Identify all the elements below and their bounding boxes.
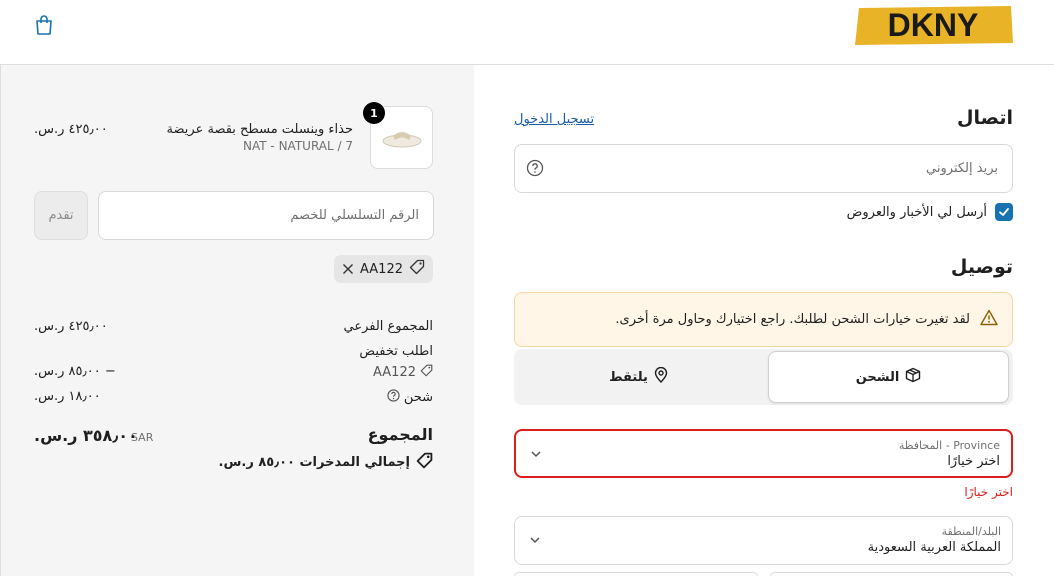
- country-select[interactable]: البلد/المنطقة المملكة العربية السعودية: [514, 516, 1013, 565]
- discount-code-row: AA122: [373, 364, 433, 381]
- tag-icon: [409, 259, 425, 279]
- shipping-help-icon[interactable]: [387, 389, 400, 406]
- applied-code: AA122: [360, 261, 403, 277]
- shipping-row: شحن: [387, 389, 433, 406]
- country-label: البلد/المنطقة: [941, 525, 1001, 538]
- package-icon: [905, 367, 921, 387]
- warning-text: لقد تغيرت خيارات الشحن لطلبك. راجع اختيا…: [615, 312, 970, 327]
- newsletter-checkbox[interactable]: [995, 203, 1013, 221]
- subtotal-label: المجموع الفرعي: [343, 319, 433, 334]
- subtotal-value: ٤٢٥٫٠٠ ر.س.: [34, 319, 108, 334]
- site-header: DKNY: [0, 0, 1054, 65]
- total-savings: إجمالي المدخرات ٨٥٫٠٠ ر.س.: [219, 452, 433, 473]
- ship-option-label: الشحن: [855, 369, 900, 385]
- quantity-badge: 1: [363, 102, 385, 124]
- pickup-option[interactable]: يلتقط: [518, 351, 759, 403]
- remove-discount-icon[interactable]: [342, 263, 354, 275]
- delivery-method-selector: الشحن يلتقط: [514, 349, 1013, 405]
- newsletter-label: أرسل لي الأخبار والعروض: [846, 204, 987, 220]
- brand-logo[interactable]: DKNY: [853, 6, 1013, 45]
- discount-code-input[interactable]: [98, 191, 434, 240]
- contact-heading: اتصال: [957, 107, 1013, 129]
- location-pin-icon: [654, 366, 668, 387]
- province-select[interactable]: Province - المحافظة اختر خيارًا: [514, 429, 1013, 478]
- next-field-right[interactable]: [770, 572, 1013, 576]
- product-variant: NAT - NATURAL / 7: [243, 139, 353, 153]
- email-input[interactable]: [515, 145, 1012, 192]
- discount-value: − ٨٥٫٠٠ ر.س.: [34, 364, 116, 379]
- delivery-heading: توصيل: [950, 256, 1013, 278]
- pickup-option-label: يلتقط: [609, 369, 648, 385]
- newsletter-option[interactable]: أرسل لي الأخبار والعروض: [847, 203, 1013, 221]
- shipping-value: ١٨٫٠٠ ر.س.: [34, 389, 101, 404]
- applied-discount-chip: AA122: [334, 255, 433, 283]
- product-name: حذاء وينسلت مسطح بقصة عريضة: [166, 122, 353, 137]
- next-field-left[interactable]: [514, 572, 758, 576]
- shipping-label: شحن: [403, 390, 433, 405]
- total-amount: ٣٥٨٫٠٠ ر.س.: [34, 426, 138, 445]
- tag-icon: [420, 364, 433, 381]
- apply-discount-button[interactable]: تقدم: [34, 191, 88, 240]
- chevron-down-icon: [529, 534, 541, 550]
- product-price: ٤٢٥٫٠٠ ر.س.: [34, 122, 108, 137]
- login-link[interactable]: تسجيل الدخول: [514, 112, 594, 127]
- total-label: المجموع: [367, 425, 433, 444]
- svg-text:DKNY: DKNY: [888, 7, 979, 43]
- province-error: اختر خيارًا: [964, 485, 1013, 499]
- shipping-warning-alert: لقد تغيرت خيارات الشحن لطلبك. راجع اختيا…: [514, 292, 1013, 347]
- savings-text: إجمالي المدخرات ٨٥٫٠٠ ر.س.: [218, 455, 410, 470]
- province-label: Province - المحافظة: [898, 439, 1000, 452]
- ship-option[interactable]: الشحن: [768, 351, 1009, 403]
- province-value: اختر خيارًا: [947, 454, 1000, 469]
- chevron-down-icon: [530, 448, 542, 464]
- discount-code-text: AA122: [373, 365, 416, 380]
- email-field[interactable]: [514, 144, 1013, 193]
- warning-icon: [980, 309, 998, 330]
- country-value: المملكة العربية السعودية: [867, 540, 1001, 555]
- help-icon[interactable]: [526, 159, 544, 177]
- order-discount-label: اطلب تخفيض: [359, 344, 433, 359]
- order-summary: 1 حذاء وينسلت مسطح بقصة عريضة NAT - NATU…: [0, 65, 474, 576]
- savings-tag-icon: [416, 452, 433, 473]
- shopping-bag-icon[interactable]: [33, 14, 55, 36]
